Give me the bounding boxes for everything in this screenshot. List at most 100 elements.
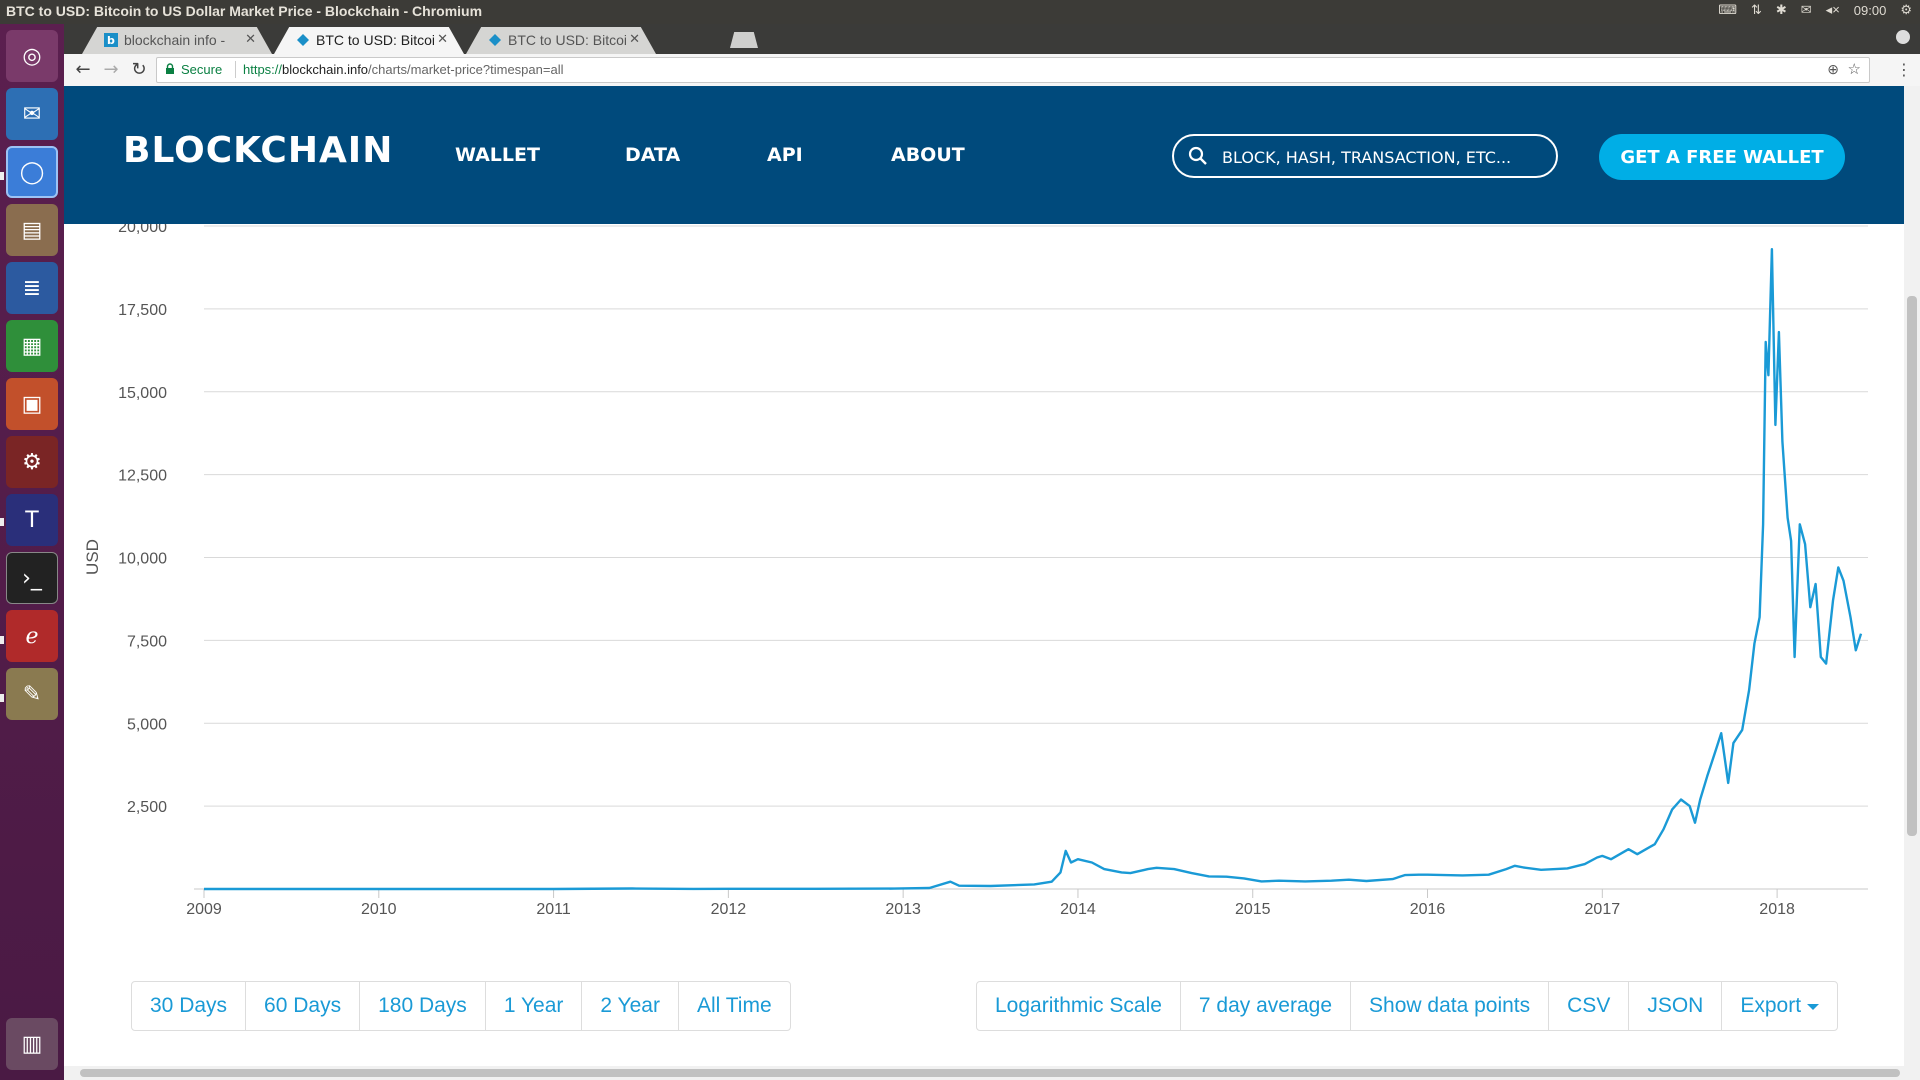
address-bar[interactable]: Secure https://blockchain.info/charts/ma… — [156, 57, 1870, 83]
close-icon[interactable]: ✕ — [245, 31, 256, 47]
svg-text:b: b — [107, 34, 115, 47]
horizontal-scrollbar[interactable] — [64, 1066, 1920, 1080]
seven-day-average-button[interactable]: 7 day average — [1181, 982, 1352, 1030]
chromium-icon[interactable]: ◯ — [6, 146, 58, 198]
range-30-days-button[interactable]: 30 Days — [132, 982, 247, 1030]
export-dropdown-button[interactable]: Export — [1722, 982, 1837, 1030]
url-host: blockchain.info — [282, 62, 369, 77]
terminal-icon[interactable]: ›_ — [6, 552, 58, 604]
gear-icon[interactable]: ⚙ — [1900, 2, 1912, 18]
evince-icon[interactable]: ℯ — [6, 610, 58, 662]
tab-label: BTC to USD: Bitcoin — [508, 32, 626, 48]
logarithmic-scale-button[interactable]: Logarithmic Scale — [977, 982, 1181, 1030]
omnibox-divider — [235, 61, 236, 78]
close-icon[interactable]: ✕ — [629, 31, 640, 47]
mail-icon[interactable]: ✉ — [1801, 2, 1812, 18]
tab-label: BTC to USD: Bitcoin — [316, 32, 434, 48]
running-indicator — [0, 172, 4, 180]
x-tick-label: 2016 — [1410, 901, 1446, 918]
vertical-scrollbar[interactable] — [1904, 86, 1920, 1066]
system-tray: ⌨ ⇅ ✱ ✉ ◂× 09:00 ⚙ — [1718, 2, 1912, 18]
nav-data[interactable]: DATA — [625, 144, 680, 166]
blockchain-favicon-icon: b — [104, 33, 118, 47]
scrollbar-thumb[interactable] — [80, 1069, 1900, 1077]
y-tick-label: 7,500 — [127, 633, 167, 650]
running-indicator — [0, 694, 4, 702]
nav-wallet[interactable]: WALLET — [455, 144, 540, 166]
browser-toolbar: ← → ↻ Secure https://blockchain.info/cha… — [64, 54, 1920, 87]
profile-icon[interactable] — [1896, 30, 1910, 44]
search-input[interactable] — [1220, 144, 1544, 170]
range-60-days-button[interactable]: 60 Days — [246, 982, 361, 1030]
x-tick-label: 2010 — [361, 901, 397, 918]
window-title: BTC to USD: Bitcoin to US Dollar Market … — [6, 3, 483, 19]
tab-btc-usd-active[interactable]: BTC to USD: Bitcoin ✕ — [274, 27, 464, 54]
impress-icon[interactable]: ▣ — [6, 378, 58, 430]
tab-bar: b blockchain info - ✕ BTC to USD: Bitcoi… — [64, 24, 1920, 54]
gimp-icon[interactable]: ✎ — [6, 668, 58, 720]
x-tick-label: 2013 — [885, 901, 921, 918]
show-data-points-button[interactable]: Show data points — [1351, 982, 1550, 1030]
bluetooth-icon[interactable]: ✱ — [1776, 2, 1787, 18]
blockchain-logo[interactable]: BLOCKCHAIN — [123, 130, 393, 171]
trash-icon[interactable]: ▥ — [6, 1018, 58, 1070]
scrollbar-thumb[interactable] — [1907, 296, 1917, 836]
ubuntu-dash-icon[interactable]: ◎ — [6, 30, 58, 82]
bookmark-star-icon[interactable]: ☆ — [1848, 60, 1861, 78]
running-indicator — [0, 636, 4, 644]
back-arrow-icon[interactable]: ← — [72, 59, 94, 80]
reload-icon[interactable]: ↻ — [128, 59, 150, 80]
url-path: /charts/market-price?timespan=all — [368, 62, 564, 77]
x-tick-label: 2009 — [186, 901, 222, 918]
close-icon[interactable]: ✕ — [437, 31, 448, 47]
export-label: Export — [1740, 994, 1802, 1017]
lock-icon — [166, 63, 174, 74]
range-1-year-button[interactable]: 1 Year — [486, 982, 583, 1030]
range-2-year-button[interactable]: 2 Year — [582, 982, 679, 1030]
nav-api[interactable]: API — [767, 144, 803, 166]
csv-button[interactable]: CSV — [1549, 982, 1630, 1030]
forward-arrow-icon[interactable]: → — [100, 59, 122, 80]
x-tick-label: 2012 — [711, 901, 747, 918]
y-tick-label: 17,500 — [118, 302, 167, 319]
launcher: ◎ ✉ ◯ ▤ ≣ ▦ ▣ ⚙ T ›_ ℯ ✎ ▥ — [0, 24, 64, 1080]
range-all-time-button[interactable]: All Time — [679, 982, 790, 1030]
y-tick-label: 12,500 — [118, 468, 167, 485]
range-180-days-button[interactable]: 180 Days — [360, 982, 486, 1030]
range-button-group: 30 Days 60 Days 180 Days 1 Year 2 Year A… — [131, 981, 791, 1031]
tab-btc-usd[interactable]: BTC to USD: Bitcoin ✕ — [466, 27, 656, 54]
running-indicator — [0, 518, 4, 526]
tab-blockchain-info[interactable]: b blockchain info - ✕ — [82, 27, 272, 54]
x-tick-label: 2011 — [536, 901, 571, 918]
blockchain-diamond-icon — [297, 34, 309, 46]
calc-icon[interactable]: ▦ — [6, 320, 58, 372]
y-axis-label: USD — [83, 539, 102, 575]
writer-icon[interactable]: ≣ — [6, 262, 58, 314]
search-icon — [1188, 146, 1207, 165]
y-tick-label: 10,000 — [118, 551, 167, 568]
thunderbird-icon[interactable]: ✉ — [6, 88, 58, 140]
volume-icon[interactable]: ◂× — [1826, 2, 1840, 18]
chart-options-button-group: Logarithmic Scale 7 day average Show dat… — [976, 981, 1839, 1031]
network-icon[interactable]: ⇅ — [1751, 2, 1762, 18]
y-tick-label: 2,500 — [127, 799, 167, 816]
price-series-line — [204, 248, 1863, 891]
settings-icon[interactable]: ⚙ — [6, 436, 58, 488]
x-tick-label: 2017 — [1585, 901, 1621, 918]
json-button[interactable]: JSON — [1629, 982, 1723, 1030]
zoom-icon[interactable]: ⊕ — [1827, 61, 1839, 78]
menu-dots-icon[interactable]: ⋮ — [1896, 60, 1912, 79]
url-text[interactable]: https://blockchain.info/charts/market-pr… — [243, 62, 563, 77]
tex-icon[interactable]: T — [6, 494, 58, 546]
get-free-wallet-button[interactable]: GET A FREE WALLET — [1599, 134, 1845, 180]
y-tick-label: 15,000 — [118, 385, 167, 402]
keyboard-icon[interactable]: ⌨ — [1718, 2, 1737, 18]
nav-about[interactable]: ABOUT — [891, 144, 965, 166]
url-scheme: https:// — [243, 62, 283, 77]
search-box[interactable] — [1172, 134, 1558, 178]
files-icon[interactable]: ▤ — [6, 204, 58, 256]
secure-label: Secure — [181, 62, 223, 77]
new-tab-button[interactable] — [730, 32, 758, 48]
y-tick-label: 5,000 — [127, 716, 167, 733]
clock[interactable]: 09:00 — [1854, 3, 1887, 18]
